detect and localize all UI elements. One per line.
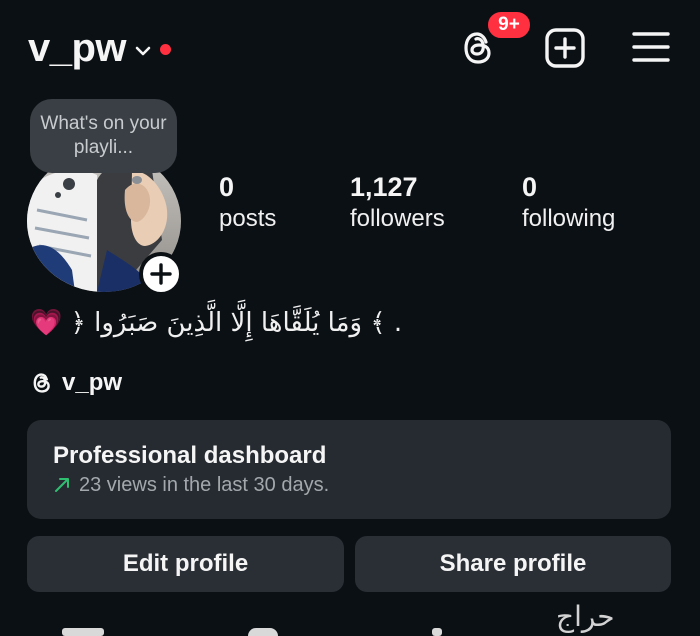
followers-stat[interactable]: 1,127 followers xyxy=(350,172,445,236)
professional-dashboard-card[interactable]: Professional dashboard 23 views in the l… xyxy=(27,420,671,519)
reels-tab-hint[interactable] xyxy=(248,628,278,636)
tagged-tab-hint[interactable] xyxy=(432,628,442,636)
followers-label: followers xyxy=(350,205,445,232)
add-post-icon[interactable] xyxy=(544,27,586,69)
posts-stat[interactable]: 0 posts xyxy=(219,172,276,236)
hamburger-menu-icon[interactable] xyxy=(632,30,670,64)
share-profile-button[interactable]: Share profile xyxy=(355,536,671,592)
add-story-button[interactable] xyxy=(139,252,183,296)
dashboard-subtitle: 23 views in the last 30 days. xyxy=(79,474,330,496)
trending-up-arrow-icon xyxy=(55,478,69,492)
note-bubble[interactable]: What's on your playli... xyxy=(30,99,177,173)
posts-count: 0 xyxy=(219,172,235,202)
dashboard-subtitle-row: 23 views in the last 30 days. xyxy=(53,472,671,498)
note-bubble-tail-small xyxy=(55,192,61,198)
bio: 💗 ﴿ وَمَا يُلَقَّاهَا إِلَّا الَّذِينَ ص… xyxy=(30,308,402,338)
posts-label: posts xyxy=(219,205,277,232)
username[interactable]: v_pw xyxy=(28,26,127,71)
account-switcher[interactable]: v_pw xyxy=(28,26,172,71)
unread-dot xyxy=(160,44,172,55)
following-label: following xyxy=(522,205,616,232)
notification-badge: 9+ xyxy=(486,10,532,40)
threads-profile-link[interactable]: v_pw xyxy=(30,369,122,397)
following-stat[interactable]: 0 following xyxy=(522,172,615,236)
threads-handle: v_pw xyxy=(62,369,123,396)
bio-text: ﴿ وَمَا يُلَقَّاهَا إِلَّا الَّذِينَ صَب… xyxy=(70,308,403,338)
dashboard-title: Professional dashboard xyxy=(53,442,327,469)
heart-emoji: 💗 xyxy=(30,308,63,338)
edit-profile-button[interactable]: Edit profile xyxy=(27,536,344,592)
note-text: What's on your playli... xyxy=(40,113,167,158)
plus-icon xyxy=(150,263,172,285)
watermark: حراج xyxy=(556,600,615,633)
note-bubble-tail xyxy=(63,178,75,190)
top-bar: v_pw 9+ xyxy=(0,0,700,100)
chevron-down-icon[interactable] xyxy=(134,42,152,60)
following-count: 0 xyxy=(522,172,538,202)
grid-tab-hint[interactable] xyxy=(62,628,104,636)
threads-icon xyxy=(33,373,50,393)
followers-count: 1,127 xyxy=(350,172,418,202)
